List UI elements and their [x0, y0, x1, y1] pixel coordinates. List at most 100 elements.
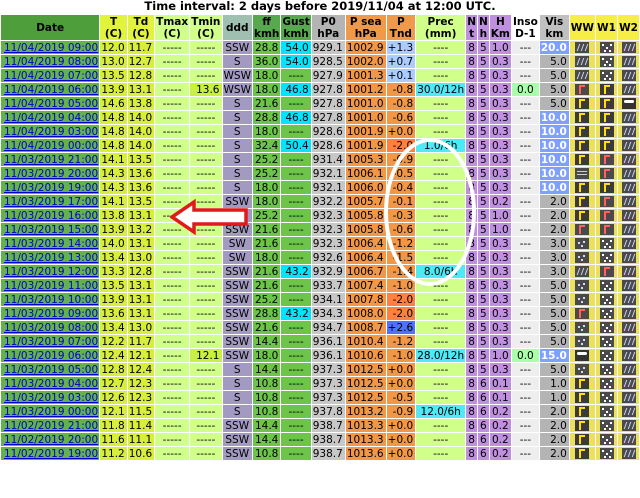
date-link[interactable]: 11/02/2019 19:00 — [4, 448, 98, 460]
rain-weather-icon — [575, 56, 590, 67]
cell-tmin: ----- — [189, 404, 223, 419]
cell-ptnd: -0.8 — [385, 82, 417, 97]
cell-prec: ---- — [415, 152, 467, 167]
cell-n: 8 — [465, 334, 478, 349]
date-link[interactable]: 11/03/2019 15:00 — [4, 224, 98, 236]
date-text: 11/02/2019 — [4, 433, 65, 446]
cell-p0: 928.5 — [310, 54, 346, 69]
cell-td: 13.1 — [126, 236, 156, 251]
cell-psea: 1005.3 — [344, 152, 387, 167]
cell-n: 8 — [465, 390, 478, 405]
date-link[interactable]: 11/03/2019 12:00 — [4, 266, 98, 278]
cell-n: 8 — [465, 446, 478, 461]
date-link[interactable]: 11/02/2019 20:00 — [4, 434, 98, 446]
cell-gust: ---- — [280, 348, 312, 363]
cell-date: 11/03/2019 00:00 — [0, 404, 101, 419]
cell-prec: ---- — [415, 96, 467, 111]
thunder-dark-weather-icon — [575, 434, 590, 445]
date-link[interactable]: 11/04/2019 06:00 — [4, 84, 98, 96]
date-link[interactable]: 11/03/2019 07:00 — [4, 336, 98, 348]
cell-ww — [568, 180, 596, 195]
cell-w1 — [594, 166, 619, 181]
date-link[interactable]: 11/03/2019 05:00 — [4, 364, 98, 376]
date-link[interactable]: 11/03/2019 03:00 — [4, 392, 98, 404]
cell-p0: 932.1 — [310, 180, 346, 195]
date-link[interactable]: 11/03/2019 19:00 — [4, 182, 98, 194]
cell-ptnd: -1.2 — [385, 334, 417, 349]
cell-tmin: ----- — [189, 68, 223, 83]
snowlike-weather-icon — [599, 238, 614, 249]
cell-ww — [568, 348, 596, 363]
cell-t: 12.8 — [99, 362, 128, 377]
date-text: 11/03/2019 — [4, 293, 65, 306]
cell-tmin: 13.6 — [189, 82, 223, 97]
date-link[interactable]: 11/03/2019 10:00 — [4, 294, 98, 306]
cell-ptnd: -0.4 — [385, 180, 417, 195]
cell-tmax: ----- — [154, 446, 191, 461]
cell-p0: 937.3 — [310, 362, 346, 377]
cell-w2 — [617, 236, 640, 251]
cell-p0: 932.6 — [310, 250, 346, 265]
date-link[interactable]: 11/03/2019 08:00 — [4, 322, 98, 334]
cell-tmax: ----- — [154, 54, 191, 69]
cell-p0: 934.3 — [310, 306, 346, 321]
date-text: 11/03/2019 — [4, 307, 65, 320]
cell-vis: 10.0 — [538, 138, 570, 153]
cell-tmax: ----- — [154, 404, 191, 419]
cell-w2 — [617, 124, 640, 139]
cell-p0: 927.8 — [310, 96, 346, 111]
date-link[interactable]: 11/04/2019 09:00 — [4, 42, 98, 54]
cell-t: 14.8 — [99, 124, 128, 139]
date-link[interactable]: 11/04/2019 04:00 — [4, 112, 98, 124]
date-link[interactable]: 11/04/2019 05:00 — [4, 98, 98, 110]
date-link[interactable]: 11/03/2019 16:00 — [4, 210, 98, 222]
date-link[interactable]: 11/04/2019 08:00 — [4, 56, 98, 68]
cell-prec: ---- — [415, 376, 467, 391]
cell-w1 — [594, 432, 619, 447]
cell-psea: 1008.0 — [344, 306, 387, 321]
date-link[interactable]: 11/03/2019 06:00 — [4, 350, 98, 362]
cell-ww — [568, 236, 596, 251]
cell-psea: 1006.1 — [344, 166, 387, 181]
cell-ins: --- — [510, 40, 540, 55]
cell-nh: 5 — [476, 166, 490, 181]
thunder-dark-weather-icon — [575, 448, 590, 459]
column-header-w2: W2 — [617, 14, 640, 41]
cell-ff: 14.4 — [251, 418, 282, 433]
cell-w2 — [617, 278, 640, 293]
table-body: 11/04/2019 09:00 12.0 11.7 ----- ----- SSW 28.… — [0, 40, 640, 461]
table-row: 11/03/2019 20:00 14.3 13.6 ----- ----- S 25.2-… — [0, 166, 640, 181]
date-link[interactable]: 11/03/2019 21:00 — [4, 154, 98, 166]
cell-nh: 5 — [476, 236, 490, 251]
date-link[interactable]: 11/03/2019 11:00 — [4, 280, 98, 292]
date-link[interactable]: 11/04/2019 03:00 — [4, 126, 98, 138]
date-link[interactable]: 11/03/2019 17:00 — [4, 196, 98, 208]
snowlike-weather-icon — [599, 294, 614, 305]
date-link[interactable]: 11/03/2019 13:00 — [4, 252, 98, 264]
thunder-dark-weather-icon — [575, 196, 590, 207]
cell-ptnd: +0.0 — [385, 432, 417, 447]
date-link[interactable]: 11/02/2019 21:00 — [4, 420, 98, 432]
date-link[interactable]: 11/03/2019 09:00 — [4, 308, 98, 320]
date-link[interactable]: 11/04/2019 00:00 — [4, 140, 98, 152]
cell-psea: 1002.0 — [344, 54, 387, 69]
date-link[interactable]: 11/03/2019 20:00 — [4, 168, 98, 180]
date-link[interactable]: 11/03/2019 04:00 — [4, 378, 98, 390]
thunder-weather-icon — [575, 84, 590, 95]
cell-h: 0.3 — [488, 82, 512, 97]
cell-w1 — [594, 362, 619, 377]
rain-weather-icon — [575, 266, 590, 277]
cell-prec: ---- — [415, 446, 467, 461]
snowlike-weather-icon — [599, 42, 614, 53]
cell-ww — [568, 264, 596, 279]
date-link[interactable]: 11/03/2019 00:00 — [4, 406, 98, 418]
cell-h: 0.3 — [488, 124, 512, 139]
column-header-w1: W1 — [594, 14, 619, 41]
cell-t: 12.6 — [99, 390, 128, 405]
cell-gust: 43.2 — [280, 306, 312, 321]
cell-t: 14.1 — [99, 152, 128, 167]
date-link[interactable]: 11/04/2019 07:00 — [4, 70, 98, 82]
date-link[interactable]: 11/03/2019 14:00 — [4, 238, 98, 250]
table-row: 11/04/2019 06:00 13.9 13.1 ----- 13.6 WSW 18.0… — [0, 82, 640, 97]
cell-date: 11/03/2019 03:00 — [0, 390, 101, 405]
